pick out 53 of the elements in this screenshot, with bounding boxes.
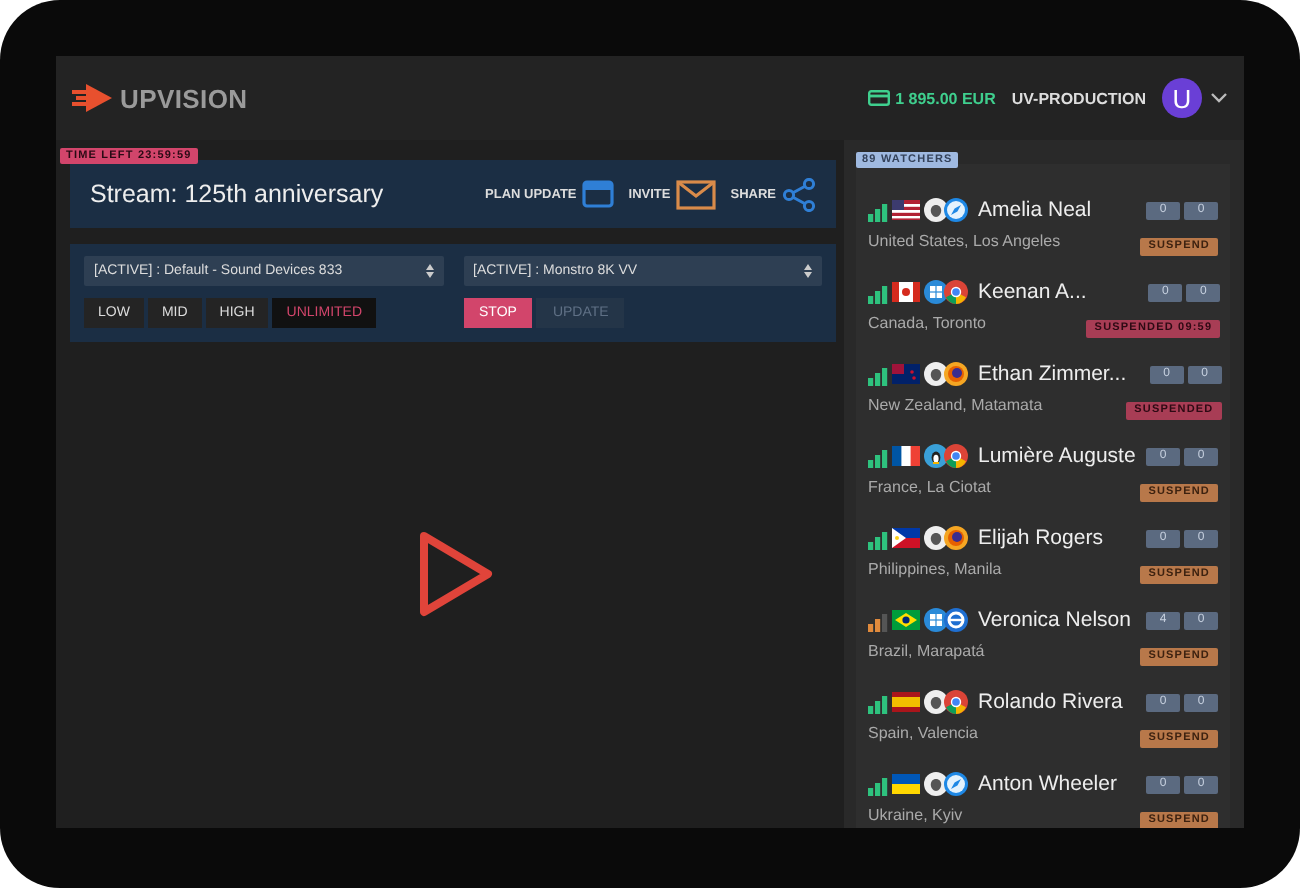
browser-icon bbox=[944, 280, 968, 304]
flag-icon bbox=[892, 610, 920, 630]
browser-icon bbox=[944, 608, 968, 632]
watcher-location: United States, Los Angeles bbox=[868, 232, 1063, 254]
account-balance: 1 895.00 EUR bbox=[895, 89, 996, 107]
logo-icon bbox=[72, 84, 112, 112]
browser-icon bbox=[944, 526, 968, 550]
watcher-location: Ukraine, Kyiv bbox=[868, 806, 965, 828]
watcher-location: Philippines, Manila bbox=[868, 560, 1004, 582]
flag-icon bbox=[892, 774, 920, 794]
watcher-name: Anton Wheeler bbox=[978, 772, 1117, 796]
watcher-name: Veronica Nelson bbox=[978, 608, 1131, 632]
watcher-name: Ethan Zimmer... bbox=[978, 362, 1127, 386]
flag-icon bbox=[892, 528, 920, 548]
signal-icon bbox=[868, 444, 888, 468]
watcher-name: Rolando Rivera bbox=[978, 690, 1123, 714]
signal-icon bbox=[868, 280, 888, 304]
watcher-location: Spain, Valencia bbox=[868, 724, 980, 746]
signal-icon bbox=[868, 198, 888, 222]
flag-icon bbox=[892, 282, 920, 302]
browser-icon bbox=[944, 690, 968, 714]
signal-icon bbox=[868, 526, 888, 550]
browser-icon bbox=[944, 362, 968, 386]
flag-icon bbox=[892, 364, 920, 384]
browser-icon bbox=[944, 772, 968, 796]
watcher-name: Elijah Rogers bbox=[978, 526, 1103, 550]
stream-title: Stream: 125th anniversary bbox=[90, 180, 386, 208]
user-avatar[interactable]: U bbox=[1162, 78, 1202, 118]
account-name: UV-PRODUCTION bbox=[1011, 89, 1146, 107]
watcher-location: France, La Ciotat bbox=[868, 478, 993, 500]
flag-icon bbox=[892, 200, 920, 220]
flag-icon bbox=[892, 446, 920, 466]
watcher-location: Brazil, Marapatá bbox=[868, 642, 987, 664]
select-arrows-icon bbox=[425, 264, 433, 278]
browser-icon bbox=[944, 198, 968, 222]
select-arrows-icon bbox=[804, 264, 812, 278]
watcher-name: Keenan A... bbox=[978, 280, 1087, 304]
app-logo: UPVISION bbox=[120, 83, 248, 113]
watcher-name: Lumière Auguste bbox=[978, 444, 1136, 468]
watcher-name: Amelia Neal bbox=[978, 198, 1092, 222]
calendar-icon bbox=[582, 180, 615, 208]
chevron-down-icon[interactable] bbox=[1210, 92, 1228, 104]
browser-icon bbox=[944, 444, 968, 468]
watcher-location: Canada, Toronto bbox=[868, 314, 989, 336]
signal-icon bbox=[868, 362, 888, 386]
envelope-icon bbox=[676, 179, 717, 209]
signal-icon bbox=[868, 772, 888, 796]
flag-icon bbox=[892, 692, 920, 712]
watcher-location: New Zealand, Matamata bbox=[868, 396, 1045, 418]
signal-icon bbox=[868, 690, 888, 714]
share-icon bbox=[782, 177, 816, 211]
credit-card-icon bbox=[867, 90, 890, 106]
signal-icon bbox=[868, 608, 888, 632]
